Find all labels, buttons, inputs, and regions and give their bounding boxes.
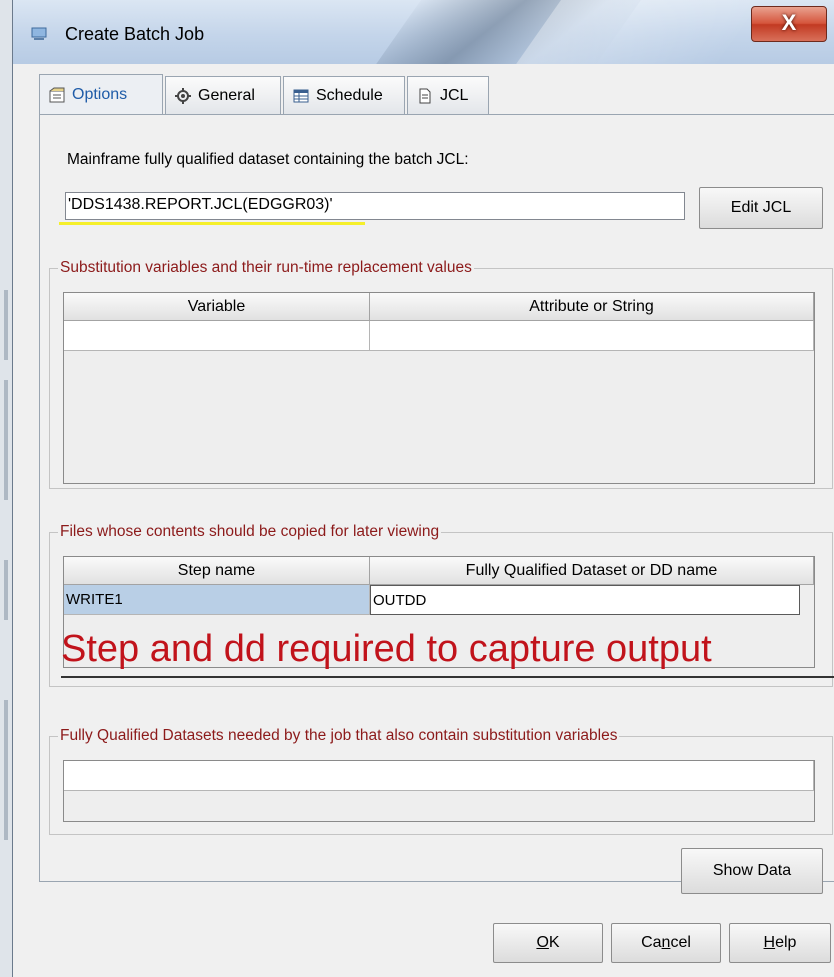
window-title: Create Batch Job bbox=[65, 24, 205, 44]
table-cell[interactable] bbox=[64, 321, 370, 351]
tab-general[interactable]: General bbox=[165, 76, 281, 114]
tab-options[interactable]: Options bbox=[39, 74, 163, 114]
ok-mnemonic: O bbox=[536, 934, 549, 951]
cancel-button[interactable]: Cancel bbox=[611, 923, 721, 963]
substitution-variables-table[interactable]: Variable Attribute or String bbox=[63, 292, 815, 484]
table-cell-step-name[interactable]: WRITE1 bbox=[64, 585, 370, 615]
column-header-dataset-or-dd[interactable]: Fully Qualified Dataset or DD name bbox=[370, 557, 814, 585]
background-mark bbox=[4, 380, 8, 500]
gear-icon bbox=[175, 87, 191, 104]
datasets-with-substitution-legend: Fully Qualified Datasets needed by the j… bbox=[60, 727, 618, 744]
table-cell-dd-name[interactable]: OUTDD bbox=[370, 585, 800, 615]
table-icon bbox=[293, 89, 309, 102]
table-cell[interactable] bbox=[370, 321, 814, 351]
datasets-with-substitution-table[interactable] bbox=[63, 760, 815, 822]
jcl-dataset-input[interactable]: 'DDS1438.REPORT.JCL(EDGGR03)' bbox=[65, 192, 685, 220]
title-bar[interactable]: Create Batch Job X bbox=[13, 0, 834, 64]
help-mnemonic: H bbox=[763, 934, 776, 951]
background-mark bbox=[4, 560, 8, 620]
table-cell[interactable] bbox=[64, 761, 814, 791]
create-batch-job-dialog: Create Batch Job X Options General Sched… bbox=[12, 0, 834, 977]
files-to-copy-legend: Files whose contents should be copied fo… bbox=[60, 523, 440, 540]
ok-label-suffix: K bbox=[548, 934, 560, 951]
app-window-icon bbox=[31, 27, 47, 40]
help-button[interactable]: Help bbox=[729, 923, 831, 963]
column-header-variable[interactable]: Variable bbox=[64, 293, 370, 321]
ok-button[interactable]: OK bbox=[493, 923, 603, 963]
tab-label: JCL bbox=[440, 86, 469, 104]
annotation-underline bbox=[61, 676, 834, 678]
highlight-underline bbox=[59, 222, 365, 225]
background-mark bbox=[4, 290, 8, 360]
column-header-attribute[interactable]: Attribute or String bbox=[370, 293, 814, 321]
background-strip bbox=[0, 0, 12, 977]
tab-label: Options bbox=[72, 85, 128, 103]
cancel-label-suffix: cel bbox=[670, 934, 691, 951]
substitution-variables-legend: Substitution variables and their run-tim… bbox=[60, 259, 472, 276]
options-icon bbox=[49, 87, 65, 102]
background-mark bbox=[4, 700, 8, 840]
document-icon bbox=[419, 88, 431, 103]
close-button[interactable]: X bbox=[751, 6, 827, 42]
tab-schedule[interactable]: Schedule bbox=[283, 76, 405, 114]
annotation-caption: Step and dd required to capture output bbox=[61, 628, 712, 670]
tab-label: Schedule bbox=[316, 86, 383, 104]
show-data-button[interactable]: Show Data bbox=[681, 848, 823, 894]
edit-jcl-button[interactable]: Edit JCL bbox=[699, 187, 823, 229]
tab-jcl[interactable]: JCL bbox=[407, 76, 489, 114]
column-header-step-name[interactable]: Step name bbox=[64, 557, 370, 585]
cancel-label-prefix: Ca bbox=[641, 934, 662, 951]
jcl-dataset-label: Mainframe fully qualified dataset contai… bbox=[67, 151, 469, 168]
tab-label: General bbox=[198, 86, 255, 104]
help-label-suffix: elp bbox=[775, 934, 797, 951]
